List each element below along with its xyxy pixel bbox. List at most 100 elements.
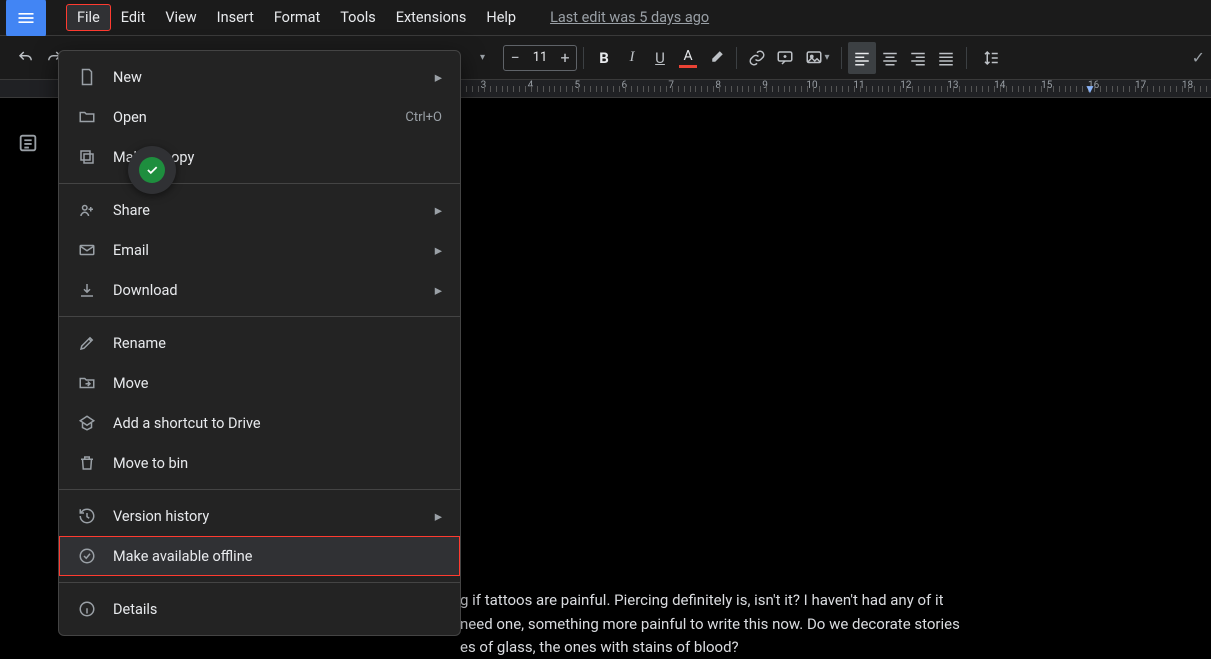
file-move-to-bin[interactable]: Move to bin <box>59 443 460 483</box>
font-size-plus[interactable]: + <box>554 48 576 67</box>
document-canvas[interactable]: g if tattoos are painful. Piercing defin… <box>460 112 1199 659</box>
ruler-tick: 13 <box>929 80 976 91</box>
move-icon <box>75 374 99 392</box>
submenu-arrow-icon: ▸ <box>435 282 442 299</box>
undo-button[interactable] <box>12 42 40 74</box>
document-icon <box>75 68 99 86</box>
ruler-tick: 12 <box>882 80 929 91</box>
submenu-arrow-icon: ▸ <box>435 202 442 219</box>
info-icon <box>75 600 99 618</box>
file-move[interactable]: Move <box>59 363 460 403</box>
menu-item-label: Open <box>113 109 405 126</box>
rename-icon <box>75 334 99 352</box>
bold-button[interactable]: B <box>590 42 618 74</box>
font-size-stepper[interactable]: − 11 + <box>503 45 577 71</box>
ruler-tick: 9 <box>742 80 789 91</box>
email-icon <box>75 241 99 259</box>
share-icon <box>75 201 99 219</box>
file-rename[interactable]: Rename <box>59 323 460 363</box>
file-open[interactable]: Open Ctrl+O <box>59 97 460 137</box>
file-menu-dropdown: New ▸ Open Ctrl+O Make a copy Share ▸ Em… <box>58 50 461 636</box>
left-sidebar <box>0 110 56 610</box>
highlight-button[interactable] <box>702 42 730 74</box>
menu-divider <box>59 582 460 583</box>
align-right-button[interactable] <box>904 42 932 74</box>
font-size-value[interactable]: 11 <box>526 50 554 65</box>
file-download[interactable]: Download ▸ <box>59 270 460 310</box>
outline-icon[interactable] <box>17 132 39 154</box>
insert-link-button[interactable] <box>743 42 771 74</box>
menu-item-label: Move <box>113 375 442 392</box>
doc-line: g if tattoos are painful. Piercing defin… <box>460 589 1169 612</box>
menubar: File Edit View Insert Format Tools Exten… <box>66 4 526 31</box>
menu-item-label: Rename <box>113 335 442 352</box>
docs-logo[interactable] <box>6 0 46 38</box>
file-make-copy[interactable]: Make a copy <box>59 137 460 177</box>
ruler-tick: 4 <box>507 80 554 91</box>
menu-file[interactable]: File <box>66 4 111 31</box>
submenu-arrow-icon: ▸ <box>435 508 442 525</box>
success-bubble <box>128 146 176 194</box>
font-family-dropdown-icon[interactable]: ▾ <box>480 52 485 63</box>
file-details[interactable]: Details <box>59 589 460 629</box>
ruler-tick: 6 <box>601 80 648 91</box>
menu-item-label: Share <box>113 202 435 219</box>
align-left-button[interactable] <box>848 42 876 74</box>
underline-button[interactable]: U <box>646 42 674 74</box>
menu-item-shortcut: Ctrl+O <box>405 110 442 125</box>
menu-format[interactable]: Format <box>264 5 330 30</box>
menu-help[interactable]: Help <box>476 5 526 30</box>
align-center-button[interactable] <box>876 42 904 74</box>
menu-divider <box>59 183 460 184</box>
ruler-tick: 11 <box>836 80 883 91</box>
menu-view[interactable]: View <box>155 5 206 30</box>
ruler-tick: 18 <box>1164 80 1211 91</box>
insert-comment-button[interactable] <box>771 42 799 74</box>
trash-icon <box>75 454 99 472</box>
toolbar-more-icon[interactable]: ✓ <box>1192 48 1205 67</box>
menu-item-label: Add a shortcut to Drive <box>113 415 442 432</box>
font-size-minus[interactable]: − <box>504 48 526 67</box>
text-color-button[interactable]: A <box>674 42 702 74</box>
italic-button[interactable]: I <box>618 42 646 74</box>
menu-divider <box>59 489 460 490</box>
menu-item-label: Details <box>113 601 442 618</box>
file-email[interactable]: Email ▸ <box>59 230 460 270</box>
submenu-arrow-icon: ▸ <box>435 69 442 86</box>
ruler-tick: 10 <box>789 80 836 91</box>
ruler-indent-marker[interactable]: ▼ <box>1084 82 1096 96</box>
shortcut-icon <box>75 414 99 432</box>
menu-item-label: Move to bin <box>113 455 442 472</box>
copy-icon <box>75 148 99 166</box>
insert-image-button[interactable]: ▾ <box>799 42 835 74</box>
doc-line: need one, something more painful to writ… <box>460 613 1169 636</box>
download-icon <box>75 281 99 299</box>
menu-item-label: New <box>113 69 435 86</box>
ruler-tick: 14 <box>976 80 1023 91</box>
submenu-arrow-icon: ▸ <box>435 242 442 259</box>
file-new[interactable]: New ▸ <box>59 57 460 97</box>
ruler-tick: 7 <box>648 80 695 91</box>
line-spacing-button[interactable] <box>973 42 1009 74</box>
file-make-available-offline[interactable]: Make available offline <box>59 536 460 576</box>
ruler-tick: 3 <box>460 80 507 91</box>
menu-item-label: Email <box>113 242 435 259</box>
check-icon <box>139 157 165 183</box>
ruler-tick: 8 <box>695 80 742 91</box>
offline-icon <box>75 547 99 565</box>
menu-item-label: Make available offline <box>113 548 442 565</box>
ruler-tick: 5 <box>554 80 601 91</box>
file-share[interactable]: Share ▸ <box>59 190 460 230</box>
menu-edit[interactable]: Edit <box>111 5 156 30</box>
align-justify-button[interactable] <box>932 42 960 74</box>
doc-line: es of glass, the ones with stains of blo… <box>460 636 1169 659</box>
ruler-tick: 17 <box>1117 80 1164 91</box>
menu-tools[interactable]: Tools <box>330 5 386 30</box>
history-icon <box>75 507 99 525</box>
document-text: g if tattoos are painful. Piercing defin… <box>460 589 1169 659</box>
last-edit-link[interactable]: Last edit was 5 days ago <box>550 9 709 26</box>
file-add-shortcut[interactable]: Add a shortcut to Drive <box>59 403 460 443</box>
file-version-history[interactable]: Version history ▸ <box>59 496 460 536</box>
menu-insert[interactable]: Insert <box>207 5 264 30</box>
menu-extensions[interactable]: Extensions <box>386 5 477 30</box>
